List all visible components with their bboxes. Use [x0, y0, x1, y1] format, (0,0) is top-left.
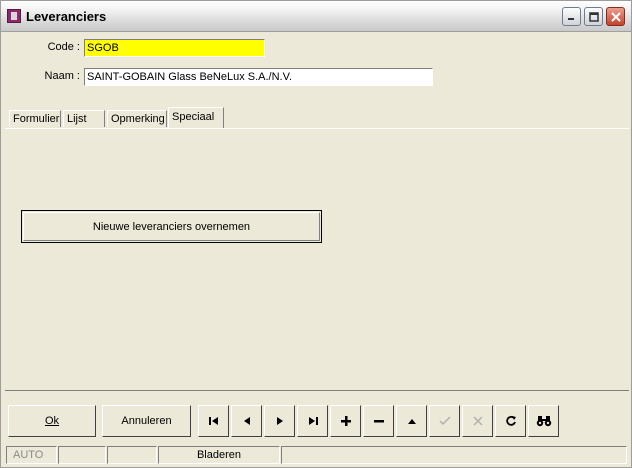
status-bar: AUTO Bladeren — [5, 444, 629, 464]
up-triangle-icon — [407, 419, 416, 424]
tab-panel-speciaal — [5, 128, 629, 391]
first-record-button[interactable] — [198, 405, 229, 437]
status-cell-2 — [58, 446, 106, 464]
status-state: Bladeren — [158, 446, 280, 464]
toolbar: Ok Annuleren — [5, 400, 629, 440]
naam-field[interactable]: SAINT-GOBAIN Glass BeNeLux S.A./N.V. — [84, 68, 433, 86]
delete-record-button[interactable] — [363, 405, 394, 437]
close-button[interactable] — [606, 7, 625, 26]
cancel-edit-button[interactable] — [462, 405, 493, 437]
binoculars-icon — [536, 416, 551, 427]
refresh-icon — [505, 415, 516, 426]
refresh-button[interactable] — [495, 405, 526, 437]
annuleren-label: Annuleren — [121, 415, 172, 427]
tab-opmerking[interactable]: Opmerking — [107, 110, 167, 127]
edit-record-button[interactable] — [396, 405, 427, 437]
minus-icon — [373, 420, 384, 423]
nieuwe-leveranciers-button[interactable]: Nieuwe leveranciers overnemen — [21, 210, 322, 243]
add-record-button[interactable] — [330, 405, 361, 437]
status-cell-3 — [107, 446, 157, 464]
window-title: Leveranciers — [26, 9, 107, 24]
status-mode: AUTO — [6, 446, 57, 464]
maximize-icon — [588, 11, 599, 22]
last-record-button[interactable] — [297, 405, 328, 437]
minimize-icon — [568, 18, 574, 20]
naam-label: Naam : — [44, 70, 80, 82]
maximize-button[interactable] — [584, 7, 603, 26]
nieuwe-leveranciers-label: Nieuwe leveranciers overnemen — [92, 220, 251, 233]
status-cell-5 — [281, 446, 627, 464]
code-label: Code : — [47, 41, 80, 53]
previous-record-icon — [243, 417, 250, 425]
ok-button[interactable]: Ok — [8, 405, 96, 437]
tab-lijst[interactable]: Lijst — [63, 110, 105, 127]
ok-label: Ok — [44, 415, 60, 427]
search-button[interactable] — [528, 405, 559, 437]
app-icon — [7, 9, 21, 23]
minimize-button[interactable] — [562, 7, 581, 26]
plus-icon — [340, 416, 351, 426]
checkmark-icon — [438, 416, 451, 426]
leveranciers-window: Leveranciers Code : SGOB Naam : SAINT-GO… — [0, 0, 632, 468]
annuleren-button[interactable]: Annuleren — [102, 405, 191, 437]
cross-icon — [472, 416, 483, 426]
close-icon — [610, 11, 621, 22]
next-record-button[interactable] — [264, 405, 295, 437]
next-record-icon — [276, 417, 283, 425]
tab-formulier[interactable]: Formulier — [9, 110, 61, 127]
tab-speciaal[interactable]: Speciaal — [168, 107, 224, 128]
last-record-icon — [308, 417, 318, 425]
client-area: Code : SGOB Naam : SAINT-GOBAIN Glass Be… — [5, 32, 629, 466]
title-bar[interactable]: Leveranciers — [1, 1, 631, 32]
first-record-icon — [208, 417, 218, 425]
previous-record-button[interactable] — [231, 405, 262, 437]
post-record-button[interactable] — [429, 405, 460, 437]
code-field[interactable]: SGOB — [84, 39, 265, 57]
